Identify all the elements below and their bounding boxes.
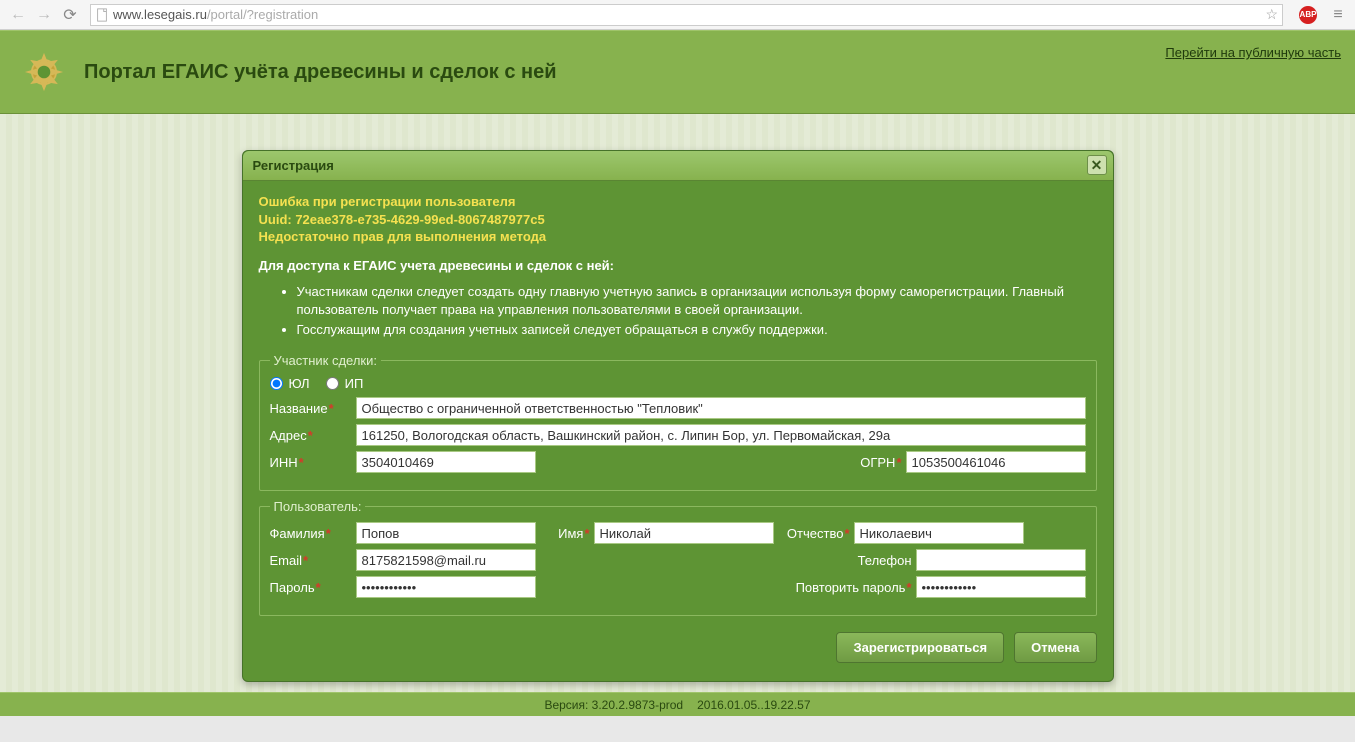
page-background: Регистрация ✕ Ошибка при регистрации пол… [0, 114, 1355, 716]
footer: Версия: 3.20.2.9873-prod 2016.01.05..19.… [0, 692, 1355, 716]
firstname-input[interactable] [594, 522, 774, 544]
site-logo [18, 46, 70, 98]
address-bar[interactable]: www.lesegais.ru/portal/?registration ☆ [90, 4, 1283, 26]
modal-body: Ошибка при регистрации пользователя Uuid… [243, 181, 1113, 681]
reload-button[interactable]: ⟳ [60, 5, 80, 25]
patronymic-input[interactable] [854, 522, 1024, 544]
page-icon [95, 8, 109, 22]
participant-fieldset: Участник сделки: ЮЛ ИП Название* Адрес* … [259, 353, 1097, 491]
build-date: 2016.01.05..19.22.57 [697, 698, 810, 712]
ogrn-label: ОГРН* [852, 455, 902, 470]
lastname-label: Фамилия* [270, 526, 352, 541]
password-input[interactable] [356, 576, 536, 598]
password-label: Пароль* [270, 580, 352, 595]
version-text: Версия: 3.20.2.9873-prod [544, 698, 683, 712]
name-input[interactable] [356, 397, 1086, 419]
phone-input[interactable] [916, 549, 1086, 571]
site-header: Портал ЕГАИС учёта древесины и сделок с … [0, 30, 1355, 114]
inn-input[interactable] [356, 451, 536, 473]
radio-legal-entity[interactable] [270, 377, 283, 390]
email-label: Email* [270, 553, 352, 568]
patronymic-label: Отчество* [778, 526, 850, 541]
lastname-input[interactable] [356, 522, 536, 544]
list-item: Госслужащим для создания учетных записей… [297, 321, 1097, 339]
phone-label: Телефон [840, 553, 912, 568]
button-row: Зарегистрироваться Отмена [259, 632, 1097, 663]
name-label: Название* [270, 401, 352, 416]
participant-legend: Участник сделки: [270, 353, 382, 368]
password2-input[interactable] [916, 576, 1086, 598]
register-button[interactable]: Зарегистрироваться [836, 632, 1004, 663]
cancel-button[interactable]: Отмена [1014, 632, 1096, 663]
error-message: Ошибка при регистрации пользователя Uuid… [259, 193, 1097, 246]
forward-button[interactable]: → [34, 5, 54, 25]
password2-label: Повторить пароль* [782, 580, 912, 595]
email-input[interactable] [356, 549, 536, 571]
firstname-label: Имя* [540, 526, 590, 541]
close-icon[interactable]: ✕ [1087, 155, 1107, 175]
registration-modal: Регистрация ✕ Ошибка при регистрации пол… [242, 150, 1114, 682]
inn-label: ИНН* [270, 455, 352, 470]
browser-menu-icon[interactable]: ≡ [1329, 6, 1347, 24]
radio-label-ul: ЮЛ [289, 376, 310, 391]
adblock-icon[interactable]: ABP [1299, 6, 1317, 24]
public-portal-link[interactable]: Перейти на публичную часть [1165, 45, 1341, 60]
browser-toolbar: ← → ⟳ www.lesegais.ru/portal/?registrati… [0, 0, 1355, 30]
url-text: www.lesegais.ru/portal/?registration [113, 7, 318, 22]
site-title: Портал ЕГАИС учёта древесины и сделок с … [84, 61, 557, 84]
bookmark-star-icon[interactable]: ☆ [1265, 6, 1278, 23]
radio-individual[interactable] [326, 377, 339, 390]
intro-list: Участникам сделки следует создать одну г… [297, 283, 1097, 340]
address-label: Адрес* [270, 428, 352, 443]
modal-title: Регистрация [253, 158, 334, 173]
list-item: Участникам сделки следует создать одну г… [297, 283, 1097, 319]
intro-text: Для доступа к ЕГАИС учета древесины и сд… [259, 258, 1097, 273]
user-fieldset: Пользователь: Фамилия* Имя* Отчество* Em… [259, 499, 1097, 616]
address-input[interactable] [356, 424, 1086, 446]
back-button[interactable]: ← [8, 5, 28, 25]
user-legend: Пользователь: [270, 499, 366, 514]
radio-label-ip: ИП [345, 376, 364, 391]
ogrn-input[interactable] [906, 451, 1086, 473]
modal-header: Регистрация ✕ [243, 151, 1113, 181]
